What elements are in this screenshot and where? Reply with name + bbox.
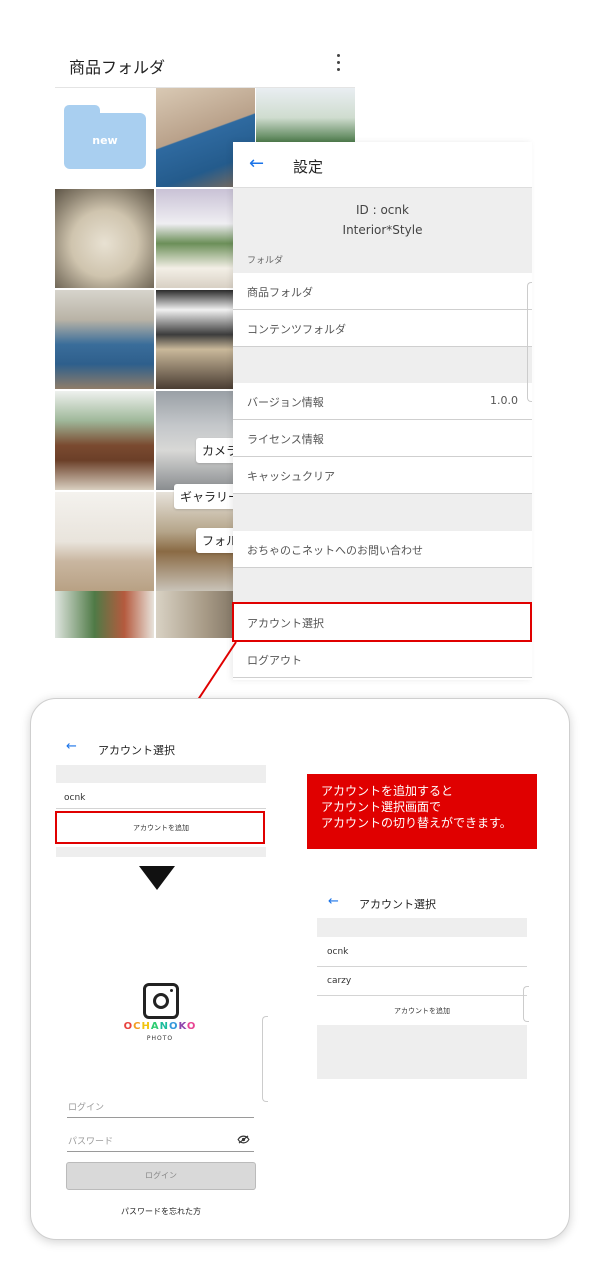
settings-gap bbox=[233, 494, 532, 531]
settings-header: ← 設定 bbox=[233, 142, 532, 188]
logo-subtext: PHOTO bbox=[146, 1035, 174, 1042]
callout-line: アカウントの切り替えができます。 bbox=[321, 816, 512, 830]
settings-item-content-folder[interactable]: コンテンツフォルダ bbox=[233, 310, 532, 347]
password-placeholder: パスワード bbox=[68, 1137, 114, 1147]
divider bbox=[56, 808, 266, 809]
photo-thumbnail[interactable] bbox=[55, 290, 154, 389]
store-name: Interior*Style bbox=[342, 223, 423, 237]
account-select-title: アカウント選択 bbox=[98, 744, 175, 757]
forgot-password-link[interactable]: パスワードを忘れた方 bbox=[66, 1206, 256, 1217]
divider bbox=[317, 995, 527, 996]
camera-logo-icon bbox=[143, 983, 179, 1019]
divider bbox=[317, 966, 527, 967]
settings-item-label: 商品フォルダ bbox=[247, 286, 313, 299]
account-item-ocnk[interactable]: ocnk bbox=[64, 793, 85, 803]
settings-item-label: コンテンツフォルダ bbox=[247, 323, 346, 336]
account-item-ocnk[interactable]: ocnk bbox=[327, 947, 348, 957]
folder-icon: new bbox=[64, 105, 146, 169]
settings-item-label: バージョン情報 bbox=[247, 396, 324, 409]
settings-item-label: ライセンス情報 bbox=[247, 433, 324, 446]
settings-item-label: おちゃのこネットへのお問い合わせ bbox=[247, 544, 423, 557]
callout-box: アカウントを追加すると アカウント選択画面で アカウントの切り替えができます。 bbox=[307, 774, 537, 849]
settings-item-cache-clear[interactable]: キャッシュクリア bbox=[233, 457, 532, 494]
add-account-button[interactable]: アカウントを追加 bbox=[317, 1006, 527, 1016]
settings-item-label: ログアウト bbox=[247, 654, 302, 667]
settings-panel: ← 設定 ID : ocnk Interior*Style フォルダ 商品フォル… bbox=[233, 142, 532, 680]
logo-letter: O bbox=[186, 1021, 197, 1032]
settings-item-contact[interactable]: おちゃのこネットへのお問い合わせ bbox=[233, 531, 532, 568]
version-value: 1.0.0 bbox=[490, 394, 518, 407]
scrollbar[interactable] bbox=[527, 282, 532, 402]
account-id: ID : ocnk bbox=[356, 203, 409, 217]
new-folder-tile[interactable]: new bbox=[55, 88, 154, 187]
callout-line: アカウント選択画面で bbox=[321, 800, 442, 814]
settings-item-label: キャッシュクリア bbox=[247, 470, 335, 483]
login-placeholder: ログイン bbox=[68, 1103, 105, 1113]
gray-band bbox=[317, 1025, 527, 1079]
add-account-highlight bbox=[55, 811, 265, 844]
logo-letter: K bbox=[178, 1021, 187, 1032]
more-vert-icon[interactable] bbox=[335, 54, 341, 74]
folder-screen-title: 商品フォルダ bbox=[69, 58, 166, 77]
settings-item-logout[interactable]: ログアウト bbox=[233, 641, 532, 678]
settings-title: 設定 bbox=[293, 158, 324, 176]
account-select-title: アカウント選択 bbox=[359, 898, 436, 911]
gray-band bbox=[317, 918, 527, 937]
account-item-carzy[interactable]: carzy bbox=[327, 976, 351, 986]
settings-item-product-folder[interactable]: 商品フォルダ bbox=[233, 273, 532, 310]
account-info: ID : ocnk Interior*Style フォルダ bbox=[233, 188, 532, 273]
arrow-left-icon[interactable]: ← bbox=[328, 895, 339, 908]
photo-thumbnail[interactable] bbox=[55, 189, 154, 288]
logo-letter: N bbox=[159, 1021, 169, 1032]
login-button[interactable]: ログイン bbox=[66, 1162, 256, 1190]
arrow-left-icon[interactable]: ← bbox=[66, 740, 77, 753]
down-arrow-icon bbox=[139, 866, 175, 890]
logo-letter: C bbox=[133, 1021, 142, 1032]
scrollbar[interactable] bbox=[262, 1016, 268, 1102]
gray-band bbox=[56, 765, 266, 783]
logo-letter: O bbox=[123, 1021, 134, 1032]
eye-off-icon[interactable] bbox=[237, 1135, 250, 1144]
photo-thumbnail[interactable] bbox=[55, 591, 154, 638]
login-field[interactable]: ログイン bbox=[67, 1098, 254, 1118]
photo-thumbnail[interactable] bbox=[55, 492, 154, 591]
scrollbar[interactable] bbox=[523, 986, 529, 1022]
callout-line: アカウントを追加すると bbox=[321, 784, 454, 798]
logo-letter: A bbox=[150, 1021, 160, 1032]
account-select-highlight bbox=[232, 602, 532, 642]
folder-screen-header: 商品フォルダ bbox=[55, 40, 355, 88]
settings-gap bbox=[233, 347, 532, 383]
password-field[interactable]: パスワード bbox=[67, 1132, 254, 1152]
settings-item-version[interactable]: バージョン情報 1.0.0 bbox=[233, 383, 532, 420]
section-label-folder: フォルダ bbox=[247, 256, 284, 266]
logo-text: OCHANOKO bbox=[110, 1021, 210, 1032]
arrow-left-icon[interactable]: ← bbox=[249, 155, 264, 173]
settings-gap bbox=[233, 568, 532, 604]
logo-wordmark: OCHANOKO bbox=[124, 1021, 197, 1032]
folder-tile-label: new bbox=[92, 134, 118, 147]
logo-letter: H bbox=[141, 1021, 151, 1032]
logo-letter: O bbox=[169, 1021, 179, 1032]
gray-band bbox=[56, 847, 266, 857]
photo-thumbnail[interactable] bbox=[55, 391, 154, 490]
settings-item-license[interactable]: ライセンス情報 bbox=[233, 420, 532, 457]
